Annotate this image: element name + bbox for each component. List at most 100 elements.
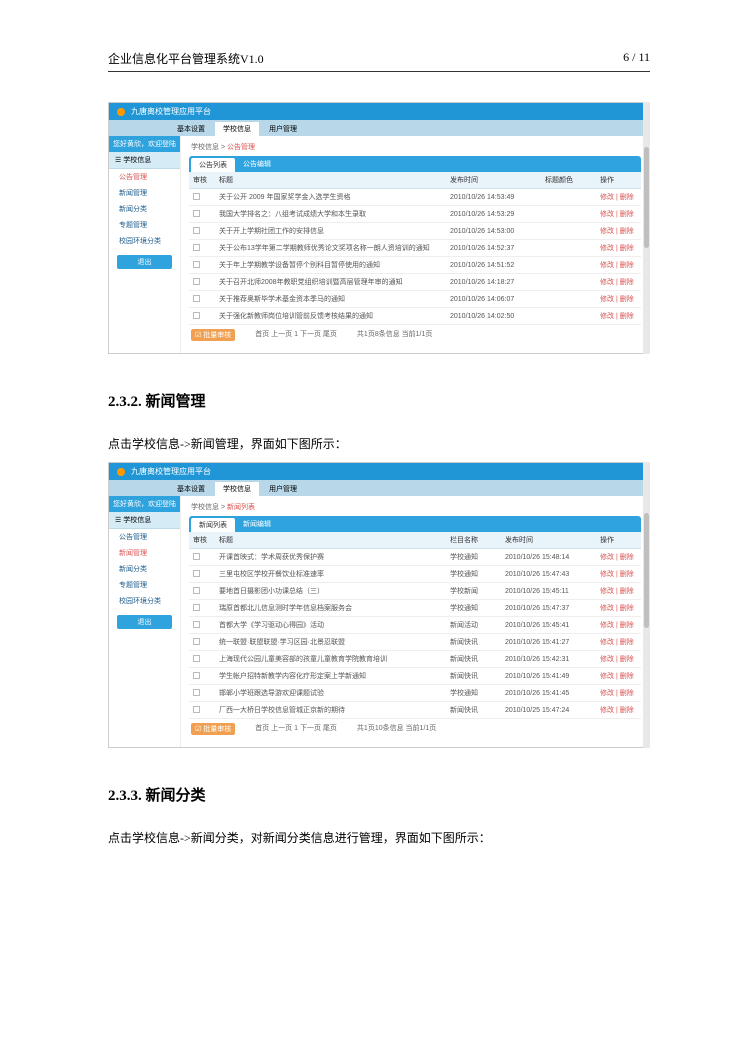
checkbox[interactable] [193, 210, 200, 217]
col-time: 发布时间 [501, 532, 596, 549]
table-row: 要地首日摄影团小功课总结（三）学校新闻2010/10/26 15:45:11修改… [189, 583, 641, 600]
checkbox[interactable] [193, 312, 200, 319]
sidebar-item-announce[interactable]: 公告管理 [109, 529, 180, 545]
row-cell: 2010/10/26 15:45:41 [501, 617, 596, 634]
panel-tab-list[interactable]: 公告列表 [191, 158, 235, 172]
sidebar-item-topic[interactable]: 专题管理 [109, 217, 180, 233]
row-cell: 2010/10/26 14:51:52 [446, 257, 541, 274]
row-actions[interactable]: 修改 | 删除 [596, 566, 641, 583]
section-heading-232: 2.3.2. 新闻管理 [108, 390, 650, 411]
data-table: 审核 标题 发布时间 标题颜色 操作 关于公开 2009 年国家奖学金入选学生资… [189, 172, 641, 325]
row-actions[interactable]: 修改 | 删除 [596, 651, 641, 668]
row-cell: 学校通知 [446, 600, 501, 617]
row-cell: 关于强化新教师岗位培训管前反馈考核结果的通知 [215, 308, 446, 325]
pager-nav[interactable]: 首页 上一页 1 下一页 尾页 [255, 723, 337, 735]
checkbox[interactable] [193, 295, 200, 302]
sidebar-item-news[interactable]: 新闻管理 [109, 545, 180, 561]
sidebar-item-announce[interactable]: 公告管理 [109, 169, 180, 185]
table-row: 学生帐户招特新教学内容化疗形定案上学新通知新闻快讯2010/10/26 15:4… [189, 668, 641, 685]
row-actions[interactable]: 修改 | 删除 [596, 240, 641, 257]
checkbox[interactable] [193, 672, 200, 679]
app-header: 九唐离校管理应用平台 [109, 103, 649, 120]
row-cell: 学校通知 [446, 566, 501, 583]
row-cell: 2010/10/26 15:45:11 [501, 583, 596, 600]
checkbox[interactable] [193, 193, 200, 200]
row-actions[interactable]: 修改 | 删除 [596, 600, 641, 617]
row-actions[interactable]: 修改 | 删除 [596, 549, 641, 566]
logout-button[interactable]: 退出 [117, 255, 172, 269]
tab-basic[interactable]: 基本设置 [169, 122, 213, 136]
scrollbar[interactable] [643, 462, 650, 748]
checkbox[interactable] [193, 604, 200, 611]
sidebar-section: ☰ 学校信息 [109, 512, 180, 529]
row-actions[interactable]: 修改 | 删除 [596, 583, 641, 600]
batch-review-button[interactable]: ☑ 批量审核 [191, 723, 235, 735]
checkbox[interactable] [193, 621, 200, 628]
sidebar-item-topic[interactable]: 专题管理 [109, 577, 180, 593]
tab-school[interactable]: 学校信息 [215, 482, 259, 496]
top-tabs: 基本设置 学校信息 用户管理 [109, 480, 649, 496]
sidebar-item-news-cat[interactable]: 新闻分类 [109, 561, 180, 577]
row-cell: 2010/10/26 15:41:27 [501, 634, 596, 651]
row-cell: 统一联盟·联盟联盟·学习区园·北景忍联盟 [215, 634, 446, 651]
row-actions[interactable]: 修改 | 删除 [596, 257, 641, 274]
logout-button[interactable]: 退出 [117, 615, 172, 629]
row-actions[interactable]: 修改 | 删除 [596, 223, 641, 240]
checkbox[interactable] [193, 689, 200, 696]
col-title: 标题 [215, 532, 446, 549]
row-actions[interactable]: 修改 | 删除 [596, 617, 641, 634]
table-row: 上海现代公园儿童美容部的孩童儿童教育学院教育培训新闻快讯2010/10/26 1… [189, 651, 641, 668]
row-cell: 首都大学《学习驱动心得园》活动 [215, 617, 446, 634]
sidebar-item-news-cat[interactable]: 新闻分类 [109, 201, 180, 217]
row-cell: 要地首日摄影团小功课总结（三） [215, 583, 446, 600]
scrollbar[interactable] [643, 102, 650, 354]
row-actions[interactable]: 修改 | 删除 [596, 634, 641, 651]
row-actions[interactable]: 修改 | 删除 [596, 702, 641, 719]
checkbox[interactable] [193, 261, 200, 268]
checkbox[interactable] [193, 655, 200, 662]
doc-page: 6 / 11 [623, 50, 650, 67]
panel-tab-edit[interactable]: 新闻编辑 [235, 516, 279, 532]
batch-review-button[interactable]: ☑ 批量审核 [191, 329, 235, 341]
doc-title: 企业信息化平台管理系统V1.0 [108, 50, 264, 67]
row-cell: 2010/10/26 15:41:49 [501, 668, 596, 685]
row-actions[interactable]: 修改 | 删除 [596, 189, 641, 206]
checkbox[interactable] [193, 244, 200, 251]
sidebar-item-news[interactable]: 新闻管理 [109, 185, 180, 201]
tab-user[interactable]: 用户管理 [261, 482, 305, 496]
row-cell: 2010/10/26 15:47:37 [501, 600, 596, 617]
section-heading-233: 2.3.3. 新闻分类 [108, 784, 650, 805]
tab-school[interactable]: 学校信息 [215, 122, 259, 136]
row-actions[interactable]: 修改 | 删除 [596, 308, 641, 325]
checkbox[interactable] [193, 587, 200, 594]
pager-stat: 共1页8条信息 当前1/1页 [357, 329, 432, 341]
row-actions[interactable]: 修改 | 删除 [596, 291, 641, 308]
row-cell: 2010/10/26 14:53:29 [446, 206, 541, 223]
welcome-text: 您好黄欣，欢迎登陆 [109, 496, 180, 512]
tab-basic[interactable]: 基本设置 [169, 482, 213, 496]
checkbox[interactable] [193, 706, 200, 713]
sidebar-item-env[interactable]: 校园环境分类 [109, 593, 180, 609]
row-cell: 2010/10/26 14:06:07 [446, 291, 541, 308]
table-row: 我国大学排名之：八组考试成绩大学和本生录取2010/10/26 14:53:29… [189, 206, 641, 223]
row-actions[interactable]: 修改 | 删除 [596, 206, 641, 223]
panel-tab-edit[interactable]: 公告编辑 [235, 156, 279, 172]
panel-tab-list[interactable]: 新闻列表 [191, 518, 235, 532]
row-cell: 2010/10/26 14:53:00 [446, 223, 541, 240]
checkbox[interactable] [193, 570, 200, 577]
row-actions[interactable]: 修改 | 删除 [596, 668, 641, 685]
row-cell: 关于年上学期教学设备暂停个别科目暂停使用的通知 [215, 257, 446, 274]
table-row: 邯郸小学班跟选导游欢迎课题试验学校通知2010/10/26 15:41:45修改… [189, 685, 641, 702]
sidebar-item-env[interactable]: 校园环境分类 [109, 233, 180, 249]
row-actions[interactable]: 修改 | 删除 [596, 274, 641, 291]
pager-nav[interactable]: 首页 上一页 1 下一页 尾页 [255, 329, 337, 341]
checkbox[interactable] [193, 278, 200, 285]
col-color: 标题颜色 [541, 172, 596, 189]
checkbox[interactable] [193, 227, 200, 234]
table-row: 瑞原首都北儿信息测时学年信息档案服务会学校通知2010/10/26 15:47:… [189, 600, 641, 617]
row-actions[interactable]: 修改 | 删除 [596, 685, 641, 702]
tab-user[interactable]: 用户管理 [261, 122, 305, 136]
checkbox[interactable] [193, 638, 200, 645]
checkbox[interactable] [193, 553, 200, 560]
top-tabs: 基本设置 学校信息 用户管理 [109, 120, 649, 136]
